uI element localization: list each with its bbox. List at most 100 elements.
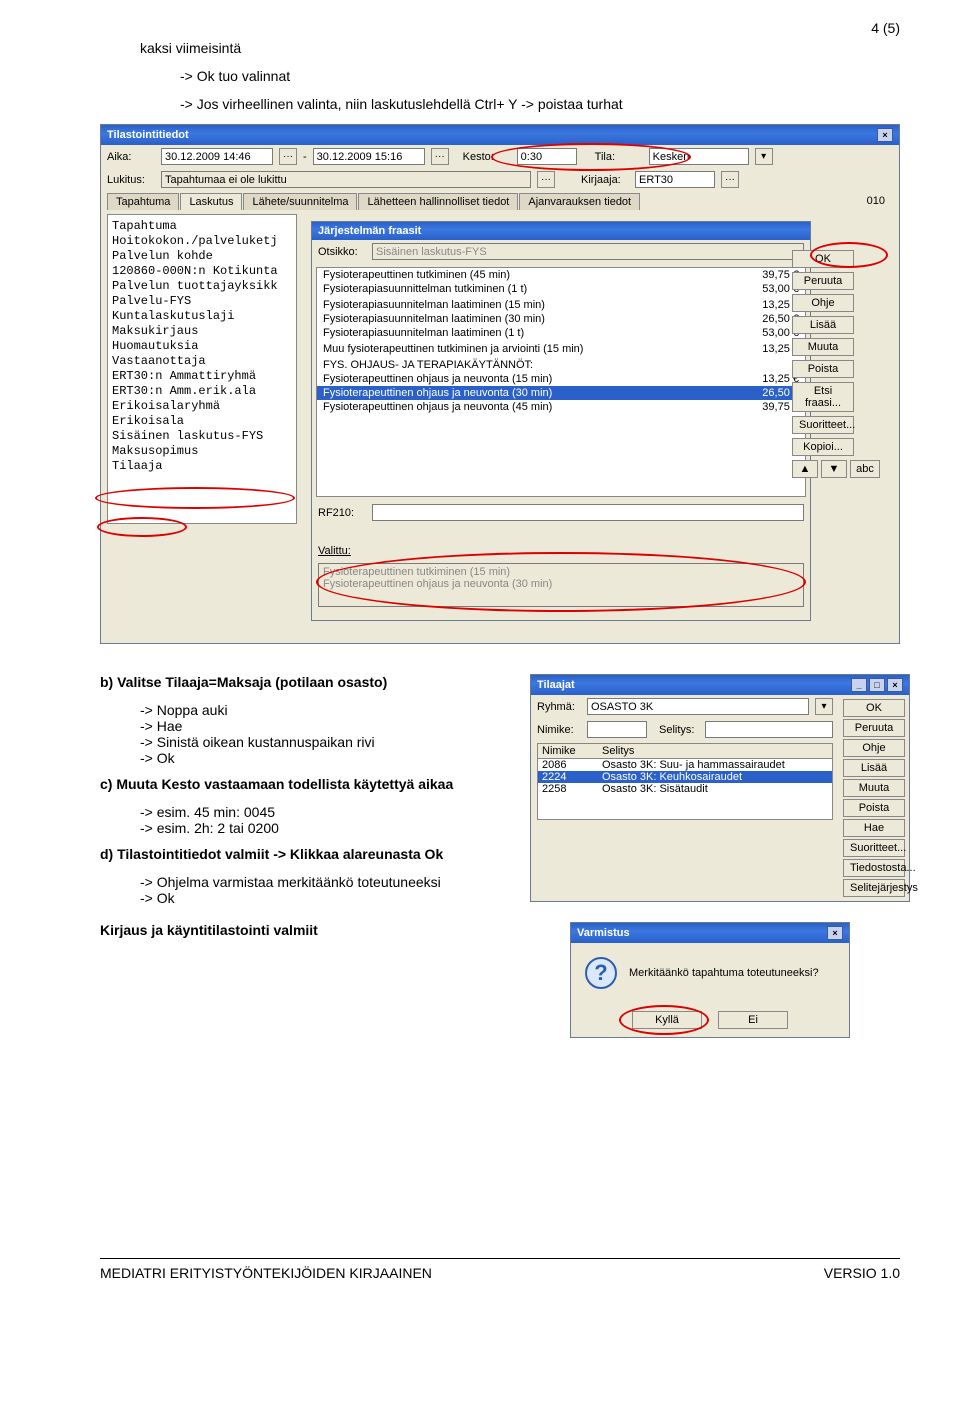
arrow-down-icon[interactable]: ▼ [821,460,847,478]
section-c-head: c) Muuta Kesto vastaamaan todellista käy… [100,776,520,792]
rf-input[interactable] [372,504,804,521]
table-row: 2258Osasto 3K: Sisätaudit [538,783,832,795]
aika-to-picker[interactable]: ··· [431,148,449,165]
tab-laskutus[interactable]: Laskutus [180,193,242,210]
ohje-button[interactable]: Ohje [792,294,854,312]
list-item: Maksusopimus [112,444,292,459]
intro-line-3: -> Jos virheellinen valinta, niin laskut… [100,96,900,112]
intro-line-1: kaksi viimeisintä [100,40,900,56]
tilaajat-list[interactable]: 2086Osasto 3K: Suu- ja hammassairaudet 2… [538,759,832,819]
tilaajat-muuta-button[interactable]: Muuta [843,779,905,797]
tab-tapahtuma[interactable]: Tapahtuma [107,193,179,210]
table-row: 2086Osasto 3K: Suu- ja hammassairaudet [538,759,832,771]
lukitus-input: Tapahtumaa ei ole lukittu [161,171,531,188]
table-row: 2224Osasto 3K: Keuhkosairaudet [538,771,832,783]
aika-label: Aika: [107,151,155,163]
chevron-down-icon[interactable]: ▾ [755,148,773,165]
tilaajat-selitejarjestys-button[interactable]: Selitejärjestys [843,879,905,897]
list-item: 120860-000N:n Kotikunta [112,264,292,279]
left-field-list[interactable]: Tapahtuma Hoitokokon./palveluketj Palvel… [107,214,297,524]
list-item: Palvelu-FYS [112,294,292,309]
valittu-line: Fysioterapeuttinen ohjaus ja neuvonta (3… [323,578,552,590]
nimike-label: Nimike: [537,724,581,736]
footer-right: VERSIO 1.0 [824,1265,900,1281]
list-item: Vastaanottaja [112,354,292,369]
close-icon[interactable]: × [877,128,893,142]
lisaa-button[interactable]: Lisää [792,316,854,334]
tilaajat-ok-button[interactable]: OK [843,699,905,717]
list-item: Erikoisalaryhmä [112,399,292,414]
muuta-button[interactable]: Muuta [792,338,854,356]
abc-button[interactable]: abc [850,460,880,478]
section-b-l4: -> Ok [100,750,520,766]
chevron-down-icon[interactable]: ▾ [815,698,833,715]
kopioi-button[interactable]: Kopioi... [792,438,854,456]
phrase-text: FYS. OHJAUS- JA TERAPIAKÄYTÄNNÖT: [323,359,533,371]
year-fragment: 010 [859,193,893,210]
tilaajat-tiedostosta-button[interactable]: Tiedostosta... [843,859,905,877]
kesto-label: Kesto: [463,151,511,163]
close-icon[interactable]: × [887,678,903,692]
aika-from-picker[interactable]: ··· [279,148,297,165]
ryhma-label: Ryhmä: [537,701,581,713]
aika-to-input[interactable]: 30.12.2009 15:16 [313,148,425,165]
phrase-text: Muu fysioterapeuttinen tutkiminen ja arv… [323,343,583,355]
tilaajat-lisaa-button[interactable]: Lisää [843,759,905,777]
list-item: Palvelun tuottajayksikk [112,279,292,294]
phrase-text: Fysioterapiasuunnitelman laatiminen (30 … [323,313,545,325]
col-selitys: Selitys [602,745,634,757]
kirjaaja-label: Kirjaaja: [581,174,629,186]
tilaajat-poista-button[interactable]: Poista [843,799,905,817]
arrow-up-icon[interactable]: ▲ [792,460,818,478]
tilaajat-dialog: Tilaajat _ □ × Ryhmä: OSASTO 3K ▾ [530,674,910,902]
ryhma-select[interactable]: OSASTO 3K [587,698,809,715]
tila-select[interactable]: Kesken [649,148,749,165]
phrase-list[interactable]: Fysioterapeuttinen tutkiminen (45 min)39… [316,267,806,497]
lukitus-label: Lukitus: [107,174,155,186]
ei-button[interactable]: Ei [718,1011,788,1029]
maximize-icon[interactable]: □ [869,678,885,692]
list-item: Palvelun kohde [112,249,292,264]
list-item: Tilaaja [112,459,292,474]
etsi-button[interactable]: Etsi fraasi... [792,382,854,412]
section-c-l1: -> esim. 45 min: 0045 [100,804,520,820]
phrase-text: Fysioterapiasuunnitelman laatiminen (1 t… [323,327,524,339]
ok-button[interactable]: OK [792,250,854,268]
close-icon[interactable]: × [827,926,843,940]
valittu-line: Fysioterapeuttinen tutkiminen (15 min) [323,566,510,578]
minimize-icon[interactable]: _ [851,678,867,692]
phrase-text: Fysioterapeuttinen ohjaus ja neuvonta (1… [323,373,552,385]
list-item: Sisäinen laskutus-FYS [112,429,292,444]
tilaajat-peruuta-button[interactable]: Peruuta [843,719,905,737]
kirjaaja-picker[interactable]: ··· [721,171,739,188]
section-d-final: Kirjaus ja käyntitilastointi valmiit [100,922,520,938]
list-item: Kuntalaskutuslaji [112,309,292,324]
aika-from-input[interactable]: 30.12.2009 14:46 [161,148,273,165]
list-item: Maksukirjaus [112,324,292,339]
dash: - [303,151,307,163]
lukitus-picker[interactable]: ··· [537,171,555,188]
selitys-input[interactable] [705,721,833,738]
tab-ajanvaraus[interactable]: Ajanvarauksen tiedot [519,193,640,210]
kesto-input[interactable]: 0:30 [517,148,577,165]
section-d-l1: -> Ohjelma varmistaa merkitäänkö toteutu… [100,874,520,890]
tilaajat-hae-button[interactable]: Hae [843,819,905,837]
nimike-input[interactable] [587,721,647,738]
kirjaaja-input[interactable]: ERT30 [635,171,715,188]
varmistus-message: Merkitäänkö tapahtuma toteutuneeksi? [629,967,819,979]
phrase-dialog: Järjestelmän fraasit Otsikko: Sisäinen l… [311,221,811,621]
intro-line-2: -> Ok tuo valinnat [100,68,900,84]
poista-button[interactable]: Poista [792,360,854,378]
tilaajat-suoritteet-button[interactable]: Suoritteet... [843,839,905,857]
tab-hallinnolliset[interactable]: Lähetteen hallinnolliset tiedot [358,193,518,210]
kylla-button[interactable]: Kyllä [632,1011,702,1029]
dialog-title: Tilastointitiedot [107,129,189,141]
valittu-box: Fysioterapeuttinen tutkiminen (15 min) F… [318,563,804,607]
tila-label: Tila: [595,151,643,163]
tab-lahete[interactable]: Lähete/suunnitelma [243,193,357,210]
tilaajat-ohje-button[interactable]: Ohje [843,739,905,757]
suoritteet-button[interactable]: Suoritteet... [792,416,854,434]
peruuta-button[interactable]: Peruuta [792,272,854,290]
list-item: ERT30:n Ammattiryhmä [112,369,292,384]
varmistus-dialog: Varmistus × ? Merkitäänkö tapahtuma tote… [570,922,850,1038]
